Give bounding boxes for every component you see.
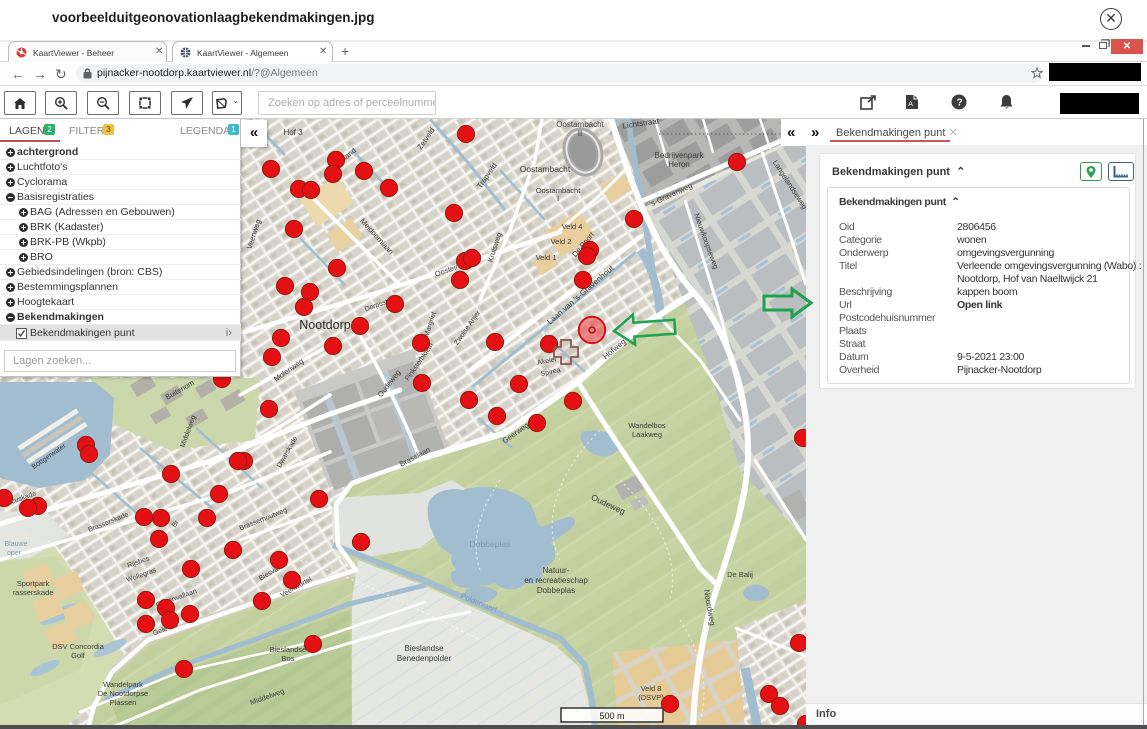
svg-text:Veld 1: Veld 1	[536, 253, 557, 262]
svg-text:rasserskade: rasserskade	[13, 588, 54, 597]
svg-text:Bos: Bos	[282, 654, 295, 663]
svg-text:Dobbeplas: Dobbeplas	[537, 586, 575, 595]
svg-text:500 m: 500 m	[599, 711, 624, 721]
svg-text:Heron: Heron	[668, 160, 690, 169]
svg-text:Oostambacht: Oostambacht	[520, 164, 571, 174]
svg-text:Bieslandse: Bieslandse	[404, 644, 444, 653]
svg-text:DSV Concordia: DSV Concordia	[52, 642, 105, 651]
svg-text:Natuur-: Natuur-	[543, 566, 570, 575]
svg-text:Plassen: Plassen	[110, 698, 137, 707]
svg-text:Blauwe: Blauwe	[5, 541, 28, 548]
svg-text:A: A	[908, 101, 913, 108]
svg-text:De Balij: De Balij	[727, 570, 753, 579]
svg-text:(DSVP): (DSVP)	[638, 693, 664, 702]
svg-text:Bedrijvenpark: Bedrijvenpark	[655, 151, 705, 160]
svg-text:Dobbeplas: Dobbeplas	[470, 539, 511, 549]
svg-text:Bieslandse: Bieslandse	[270, 645, 307, 654]
svg-text:II: II	[578, 129, 582, 138]
svg-text:Sportpark: Sportpark	[17, 579, 50, 588]
svg-text:Nootdorp: Nootdorp	[299, 318, 350, 332]
svg-text:oper: oper	[7, 550, 22, 557]
svg-text:Wandelbos: Wandelbos	[628, 421, 665, 430]
svg-text:Veld 4: Veld 4	[562, 222, 583, 231]
svg-text:Oostambacht: Oostambacht	[556, 120, 604, 129]
svg-text:Veld 8: Veld 8	[641, 684, 662, 693]
svg-text:?: ?	[957, 98, 963, 109]
svg-text:Golf: Golf	[71, 651, 86, 660]
svg-text:De Nootdorpse: De Nootdorpse	[98, 689, 148, 698]
svg-text:Laakweg: Laakweg	[632, 430, 662, 439]
svg-text:en recreatieschap: en recreatieschap	[524, 576, 588, 585]
svg-text:Benedenpolder: Benedenpolder	[397, 654, 452, 663]
svg-text:Wandelpark: Wandelpark	[103, 680, 143, 689]
svg-text:Veld 2: Veld 2	[551, 237, 572, 246]
svg-text:Hof 3: Hof 3	[283, 128, 303, 137]
svg-text:I: I	[557, 194, 559, 203]
